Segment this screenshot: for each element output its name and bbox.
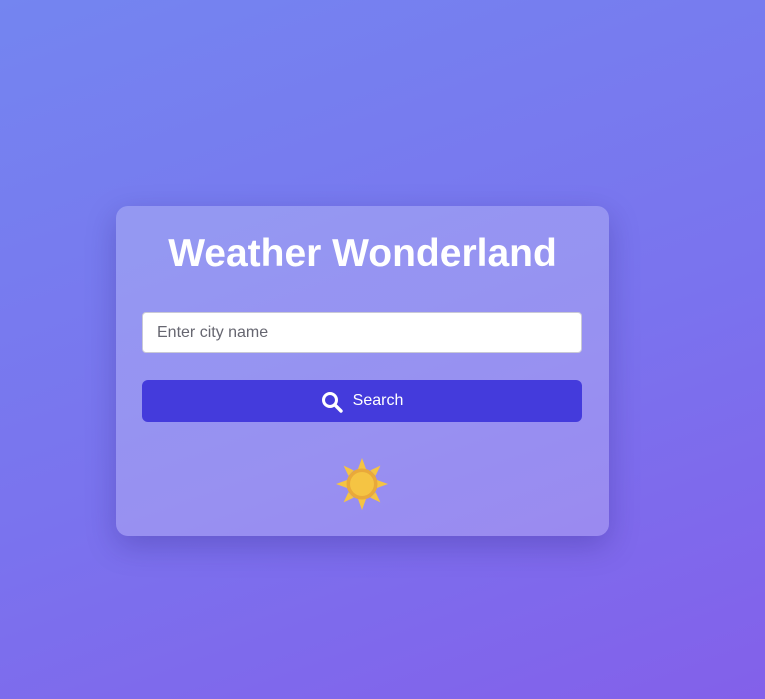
search-button-label: Search xyxy=(352,392,404,409)
search-icon xyxy=(321,391,343,413)
search-button[interactable]: Search xyxy=(142,380,582,422)
city-search-input[interactable] xyxy=(142,312,582,353)
app-title: Weather Wonderland xyxy=(168,232,557,275)
sun-icon xyxy=(335,457,389,511)
weather-card: Weather Wonderland Search xyxy=(116,206,609,536)
